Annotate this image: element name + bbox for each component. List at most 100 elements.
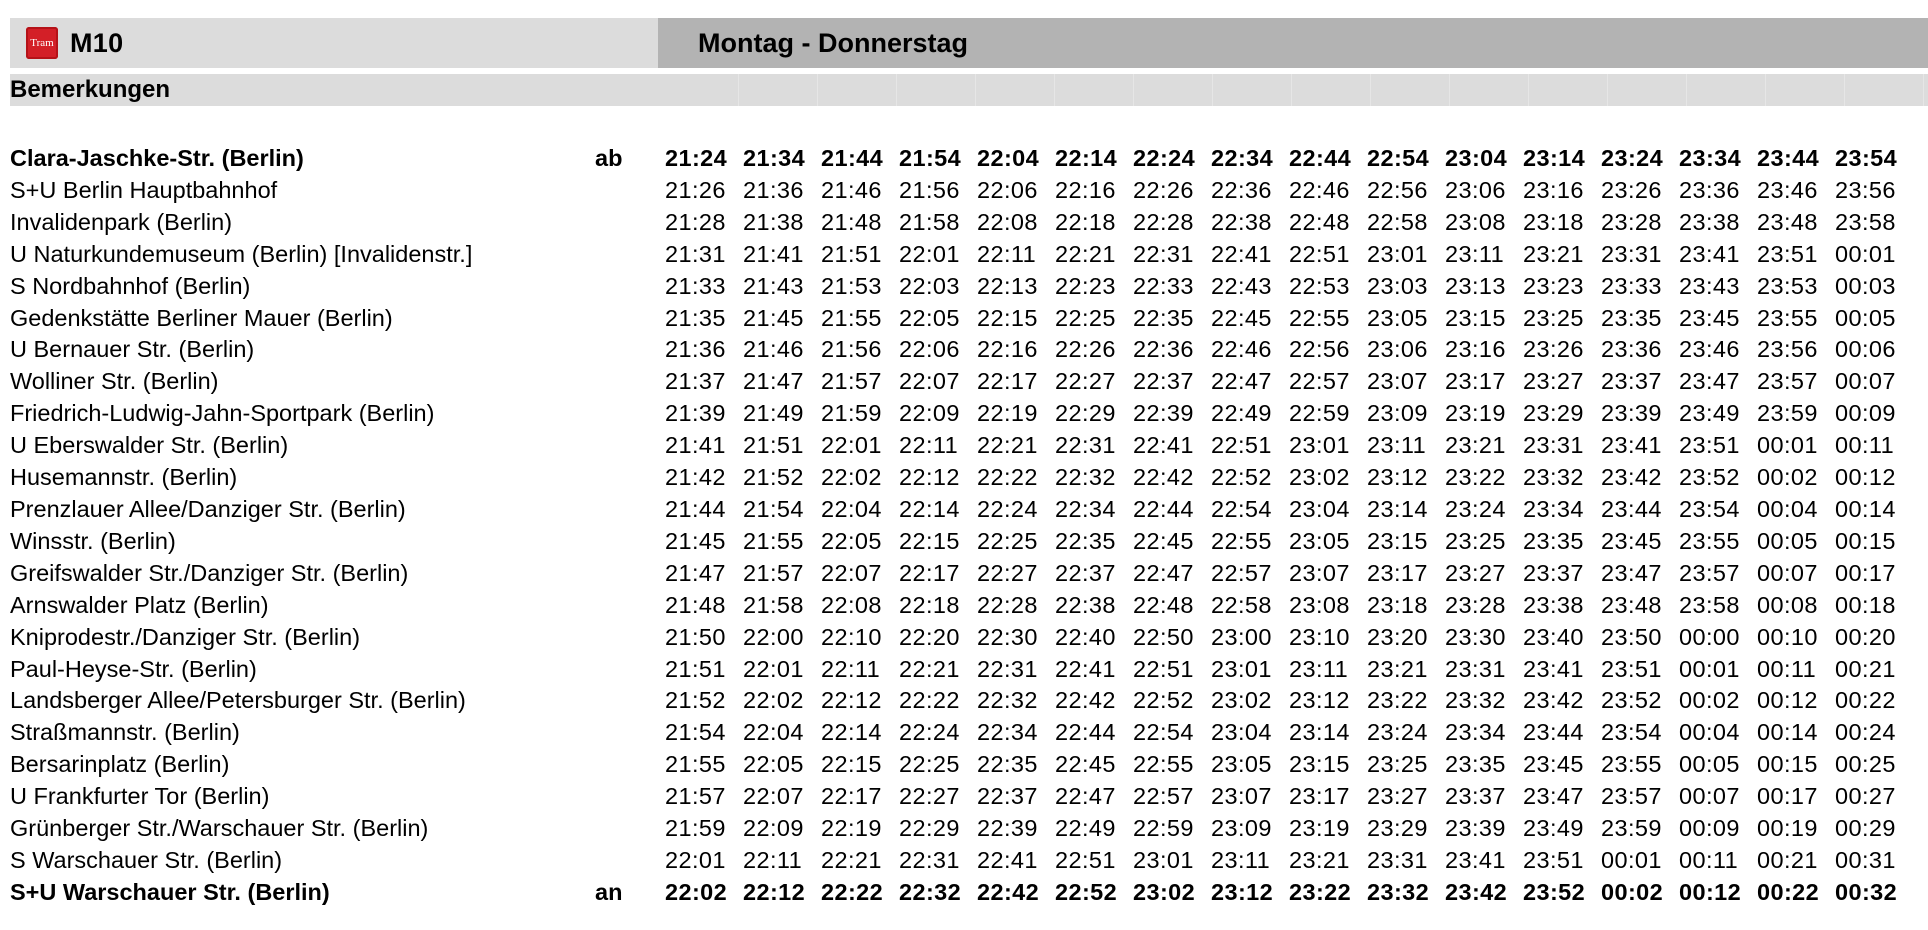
departure-time: 22:25 xyxy=(977,527,1038,554)
departure-time: 00:07 xyxy=(1757,559,1818,586)
departure-time: 00:11 xyxy=(1757,655,1817,682)
departure-time: 23:31 xyxy=(1367,846,1428,873)
stop-name: S+U Warschauer Str. (Berlin) xyxy=(10,878,330,905)
departure-time: 23:44 xyxy=(1601,495,1662,522)
departure-time: 22:53 xyxy=(1289,272,1350,299)
departure-time: 00:08 xyxy=(1757,591,1818,618)
departure-time: 21:58 xyxy=(899,208,960,235)
departure-time: 22:42 xyxy=(977,878,1040,905)
departure-time: 23:15 xyxy=(1367,527,1428,554)
departure-time: 22:35 xyxy=(977,751,1038,778)
departure-time: 22:39 xyxy=(977,815,1038,842)
departure-time: 22:06 xyxy=(899,336,960,363)
timetable-row: Prenzlauer Allee/Danziger Str. (Berlin) 2… xyxy=(10,494,1913,526)
departure-time: 22:24 xyxy=(899,719,960,746)
departure-time: 21:36 xyxy=(743,176,804,203)
timetable-row: U Eberswalder Str. (Berlin) 21:41 21:51 22:… xyxy=(10,430,1913,462)
remarks-cell xyxy=(1845,74,1924,106)
departure-time: 23:45 xyxy=(1601,527,1662,554)
departure-time: 23:37 xyxy=(1445,783,1506,810)
departure-time: 00:00 xyxy=(1679,623,1740,650)
arrival-departure-marker xyxy=(595,494,665,526)
departure-time: 23:16 xyxy=(1523,176,1584,203)
stop-name: Invalidenpark (Berlin) xyxy=(10,208,233,235)
departure-time: 22:14 xyxy=(1055,145,1118,171)
departure-time: 22:00 xyxy=(743,623,804,650)
departure-time: 22:22 xyxy=(977,464,1038,491)
departure-time: 23:07 xyxy=(1367,368,1428,395)
timetable-row: Friedrich-Ludwig-Jahn-Sportpark (Berlin)… xyxy=(10,398,1913,430)
departure-time: 21:52 xyxy=(665,687,726,714)
departure-time: 23:46 xyxy=(1679,336,1740,363)
departure-time: 21:59 xyxy=(665,815,726,842)
timetable-row: Winsstr. (Berlin) 21:45 21:55 22:05 22:15 22:… xyxy=(10,526,1913,558)
stop-name: Greifswalder Str./Danziger Str. (Berlin) xyxy=(10,559,409,586)
departure-time: 21:57 xyxy=(665,783,726,810)
departure-time: 00:25 xyxy=(1835,751,1896,778)
departure-time: 22:49 xyxy=(1211,400,1272,427)
departure-time: 23:37 xyxy=(1601,368,1662,395)
departure-time: 21:24 xyxy=(665,145,728,171)
departure-time: 22:37 xyxy=(977,783,1038,810)
departure-time: 22:17 xyxy=(977,368,1038,395)
departure-time: 22:26 xyxy=(1055,336,1116,363)
departure-time: 22:34 xyxy=(1211,145,1274,171)
departure-time: 22:02 xyxy=(743,687,804,714)
departure-time: 22:42 xyxy=(1055,687,1116,714)
departure-time: 23:58 xyxy=(1679,591,1740,618)
departure-time: 00:24 xyxy=(1835,719,1896,746)
departure-time: 21:48 xyxy=(821,208,882,235)
departure-time: 22:27 xyxy=(1055,368,1116,395)
departure-time: 23:39 xyxy=(1445,815,1506,842)
departure-time: 22:54 xyxy=(1367,145,1430,171)
departure-time: 22:04 xyxy=(821,495,882,522)
departure-time: 22:48 xyxy=(1133,591,1194,618)
departure-time: 22:25 xyxy=(899,751,960,778)
arrival-departure-marker: ab xyxy=(595,145,623,171)
departure-time: 23:18 xyxy=(1367,591,1428,618)
departure-time: 23:42 xyxy=(1601,464,1662,491)
departure-time: 22:38 xyxy=(1211,208,1272,235)
line-header: Tram M10 xyxy=(10,18,658,68)
departure-time: 22:52 xyxy=(1211,464,1272,491)
stop-name: Kniprodestr./Danziger Str. (Berlin) xyxy=(10,623,361,650)
timetable-row: S Nordbahnhof (Berlin) 21:33 21:43 21:53 22:… xyxy=(10,271,1913,303)
departure-time: 23:12 xyxy=(1211,878,1274,905)
departure-time: 00:01 xyxy=(1835,240,1896,267)
departure-time: 00:02 xyxy=(1679,687,1740,714)
remarks-cell xyxy=(897,74,976,106)
departure-time: 21:26 xyxy=(665,176,726,203)
departure-time: 23:43 xyxy=(1679,272,1740,299)
departure-time: 23:34 xyxy=(1523,495,1584,522)
timetable-row: Gedenkstätte Berliner Mauer (Berlin) 21:3… xyxy=(10,303,1913,335)
departure-time: 23:25 xyxy=(1523,304,1584,331)
departure-time: 22:37 xyxy=(1055,559,1116,586)
departure-time: 22:50 xyxy=(1133,623,1194,650)
departure-time: 23:02 xyxy=(1211,687,1272,714)
departure-time: 22:44 xyxy=(1133,495,1194,522)
stop-name: Grünberger Str./Warschauer Str. (Berlin) xyxy=(10,815,429,842)
departure-time: 23:16 xyxy=(1445,336,1506,363)
line-name: M10 xyxy=(70,27,124,58)
departure-time: 22:06 xyxy=(977,176,1038,203)
departure-time: 23:54 xyxy=(1835,145,1898,171)
departure-time: 22:15 xyxy=(977,304,1038,331)
departure-time: 22:32 xyxy=(1055,464,1116,491)
departure-time: 00:21 xyxy=(1835,655,1896,682)
departure-time: 23:57 xyxy=(1679,559,1740,586)
departure-time: 21:47 xyxy=(743,368,804,395)
departure-time: 23:21 xyxy=(1523,240,1584,267)
departure-time: 23:59 xyxy=(1757,400,1818,427)
service-days-label: Montag - Donnerstag xyxy=(698,27,968,58)
departure-time: 22:28 xyxy=(977,591,1038,618)
departure-time: 22:05 xyxy=(899,304,960,331)
stop-name: Wolliner Str. (Berlin) xyxy=(10,368,219,395)
departure-time: 23:15 xyxy=(1289,751,1350,778)
departure-time: 23:26 xyxy=(1523,336,1584,363)
departure-time: 00:15 xyxy=(1757,751,1818,778)
departure-time: 23:01 xyxy=(1211,655,1272,682)
departure-time: 00:01 xyxy=(1757,432,1818,459)
departure-time: 22:24 xyxy=(1133,145,1196,171)
arrival-departure-marker xyxy=(595,526,665,558)
departure-time: 00:12 xyxy=(1757,687,1818,714)
